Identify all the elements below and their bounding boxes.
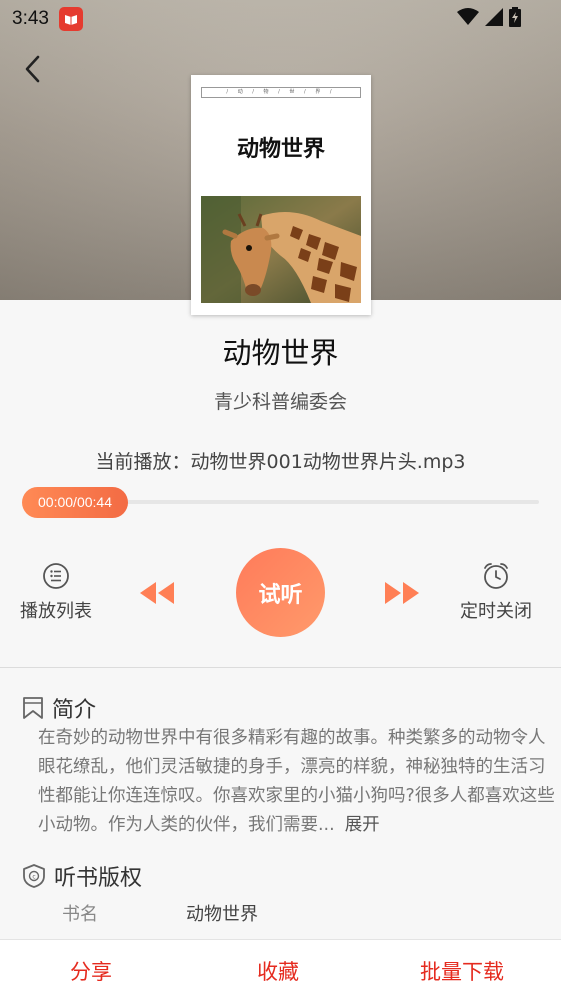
intro-heading-label: 简介 [52,698,97,723]
copyright-heading-label: 听书版权 [54,866,143,891]
share-button[interactable]: 分享 [70,956,112,986]
chevron-left-icon [25,55,40,83]
favorite-button[interactable]: 收藏 [257,956,299,986]
progress-thumb[interactable]: 00:00/00:44 [22,487,128,518]
book-title: 动物世界 [222,336,339,370]
signal-icon [485,8,503,26]
fast-forward-button[interactable] [383,578,421,608]
playlist-button[interactable]: 播放列表 [20,561,92,623]
playlist-icon [43,563,69,589]
rewind-button[interactable] [138,578,176,608]
sleep-timer-label: 定时关闭 [460,601,532,622]
rewind-icon [140,582,174,604]
svg-text:c: c [32,874,35,881]
play-trial-button[interactable]: 试听 [236,548,325,637]
cover-title: 动物世界 [236,137,325,162]
batch-download-button[interactable]: 批量下载 [420,956,504,986]
expand-link[interactable]: 展开 [345,815,380,835]
status-icons [457,7,521,27]
now-playing-text: 当前播放：动物世界001动物世界片头.mp3 [95,451,466,473]
bottom-action-bar: 分享 收藏 批量下载 [0,939,561,999]
intro-heading: 简介 [22,692,96,724]
intro-text: 在奇妙的动物世界中有很多精彩有趣的故事。种类繁多的动物令人眼花缭乱，他们灵活敏捷… [38,724,560,840]
status-bar: 3:43 [0,0,561,38]
alarm-clock-icon [484,563,508,589]
giraffe-image [201,196,361,303]
playlist-label: 播放列表 [20,601,92,622]
bookmark-icon [23,697,43,719]
app-notification-icon [58,7,83,31]
copyright-field-value: 动物世界 [186,904,258,925]
cover-band: / 动 / 物 / 世 / 界 / [201,87,361,98]
copyright-field-label: 书名 [62,904,98,925]
wifi-icon [457,8,479,25]
status-time: 3:43 [12,8,49,29]
divider [0,667,561,668]
copyright-heading: c 听书版权 [22,860,142,892]
back-button[interactable] [16,52,48,86]
intro-body: 在奇妙的动物世界中有很多精彩有趣的故事。种类繁多的动物令人眼花缭乱，他们灵活敏捷… [38,728,555,835]
book-author: 青少科普编委会 [213,391,347,413]
battery-icon [509,7,521,27]
play-trial-label: 试听 [258,582,303,608]
fast-forward-icon [385,582,419,604]
sleep-timer-button[interactable]: 定时关闭 [460,561,532,623]
book-cover: / 动 / 物 / 世 / 界 / 动物世界 [191,75,371,315]
shield-icon: c [23,864,45,888]
